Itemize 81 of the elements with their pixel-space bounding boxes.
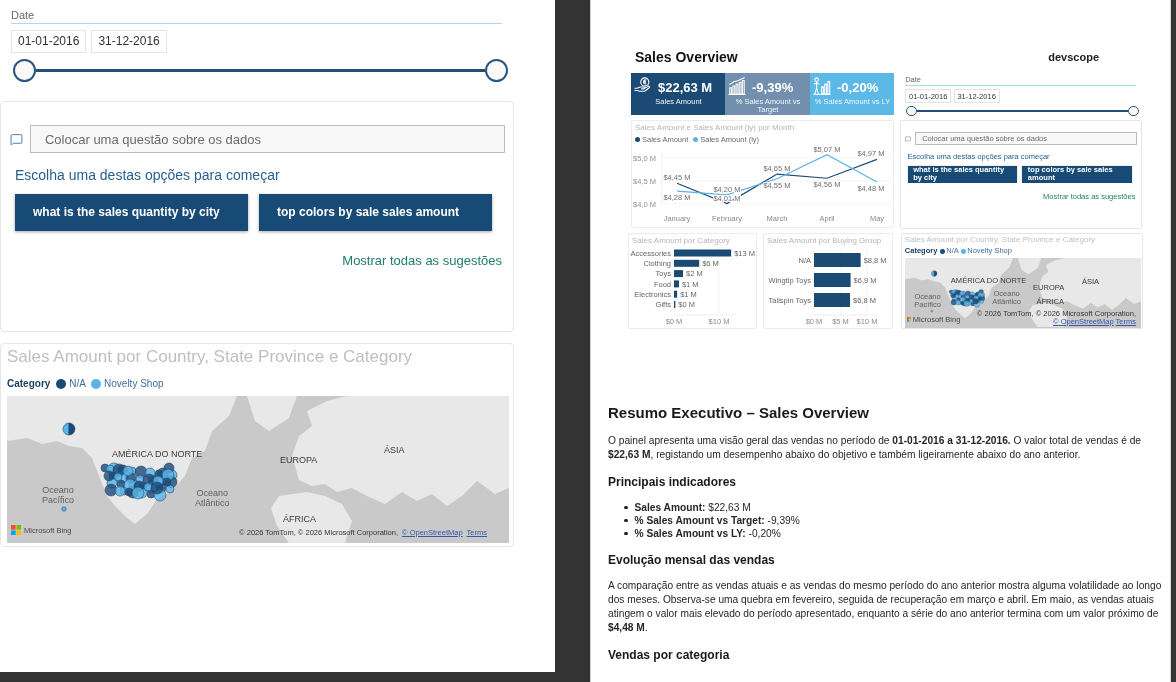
- slicer-label: Date: [11, 8, 35, 22]
- report-title: Resumo Executivo – Sales Overview: [608, 404, 869, 423]
- legend-title: Category: [904, 247, 938, 256]
- show-all-link[interactable]: Mostrar todas as sugestões: [342, 253, 502, 269]
- bullet-text: Sales Amount: $22,63 M: [634, 501, 751, 515]
- show-all-link[interactable]: Mostrar todas as sugestões: [1043, 193, 1136, 203]
- bar: [814, 273, 851, 288]
- map-bubble: [931, 271, 937, 277]
- map-bubble: [61, 506, 67, 512]
- logo-text: devscope: [1048, 50, 1099, 63]
- region-label: EUROPA: [280, 455, 318, 465]
- suggestion-button[interactable]: top colors by sale sales amount: [259, 194, 492, 231]
- provider-name: Microsoft Bing: [912, 315, 961, 324]
- prompt-text: Escolha uma destas opções para começar: [907, 151, 1050, 161]
- bullet-icon: [624, 505, 628, 510]
- bar: [674, 270, 683, 278]
- bar: [814, 293, 851, 308]
- attribution-link[interactable]: Terms: [1115, 317, 1137, 326]
- kpi-value: -0,20%: [837, 80, 879, 95]
- bar: [814, 253, 861, 268]
- kpi-value: $22,63 M: [658, 80, 713, 95]
- suggestion-button[interactable]: top colors by sale sales amount: [1022, 165, 1132, 183]
- legend-label: N/A: [946, 247, 959, 256]
- bar: [674, 249, 732, 257]
- date-field[interactable]: 01-01-2016: [905, 88, 952, 103]
- person-chart-icon: [813, 77, 831, 95]
- paragraph: A comparação entre as vendas atuais e as vendas do mesmo período do ano anterior mostra alguma volatilidade ao longo dos meses. Observa-se uma quebra em fevereiro, seguida de recuperação em março e abril. Em maio, as vendas atuais atingem o valor mais elevado do período apresentado, enquanto a série do ano anterior termina com um valor próximo de $4,48 M.: [608, 579, 1163, 636]
- visual-title: Sales Amount por Country, State Province e Category: [7, 347, 413, 367]
- bubble-cluster: [948, 289, 985, 308]
- map-bubble: [62, 422, 76, 436]
- hand-coin-icon: [634, 77, 652, 95]
- four-square-logo-icon: [906, 317, 912, 323]
- bar: [674, 280, 679, 288]
- chart-title: Sales Amount por Buying Group: [767, 236, 882, 247]
- region-label: ÁFRICA: [1036, 297, 1064, 306]
- region-label: ÁSIA: [1082, 278, 1100, 287]
- bar: [674, 290, 678, 298]
- region-label: ÁSIA: [384, 445, 405, 455]
- attribution-text: © 2026 TomTom, © 2026 Microsoft Corporation,: [976, 309, 1137, 318]
- region-label: ÁFRICA: [283, 514, 316, 524]
- slider-handle[interactable]: [485, 59, 508, 82]
- map-bubble: [930, 310, 933, 313]
- section-heading: Vendas por categoria: [608, 648, 730, 664]
- slider-handle[interactable]: [906, 105, 917, 117]
- legend-label: Novelty Shop: [967, 247, 1012, 256]
- ocean-label: Oceano Pacífico: [914, 293, 941, 310]
- four-square-logo-icon: [11, 525, 21, 535]
- bullet-icon: [624, 531, 628, 536]
- slicer-label: Date: [905, 76, 922, 85]
- date-field[interactable]: 01-01-2016: [11, 30, 87, 53]
- legend-title: Category: [7, 378, 51, 390]
- bullet-text: % Sales Amount vs Target: -9,39%: [634, 514, 800, 528]
- kpi-value: -9,39%: [752, 80, 794, 95]
- ocean-label: Oceano Pacífico: [42, 485, 74, 505]
- question-field[interactable]: Colocar uma questão sobre os dados: [914, 132, 1137, 146]
- slider-handle[interactable]: [13, 59, 36, 82]
- section-heading: Principais indicadores: [608, 475, 737, 491]
- suggestion-button[interactable]: what is the sales quantity by city: [907, 165, 1018, 183]
- bullet-text: % Sales Amount vs LY: -0,20%: [634, 527, 781, 541]
- prompt-text: Escolha uma destas opções para começar: [15, 166, 280, 184]
- speech-bubble-icon: [10, 132, 23, 146]
- legend-label: Novelty Shop: [104, 378, 164, 390]
- paragraph: O painel apresenta uma visão geral das vendas no período de 01-01-2016 a 31-12-2016. O valor total de vendas é de $22,63 M, registando um desempenho abaixo do objetivo e também ligeiramente abaixo do ano anterior.: [608, 434, 1142, 463]
- suggestion-button[interactable]: what is the sales quantity by city: [15, 194, 248, 231]
- ocean-label: Oceano Atlântico: [992, 290, 1022, 307]
- bar-chart-icon: [728, 77, 746, 95]
- section-heading: Evolução mensal das vendas: [608, 553, 775, 569]
- dashboard-title: Sales Overview: [635, 48, 738, 65]
- chart-title: Sales Amount por Category: [632, 236, 730, 247]
- bullet-icon: [624, 518, 628, 523]
- region-label: AMÉRICA DO NORTE: [950, 277, 1027, 286]
- bar: [674, 259, 700, 267]
- date-field[interactable]: 31-12-2016: [953, 88, 1000, 103]
- date-field[interactable]: 31-12-2016: [91, 30, 167, 53]
- legend-label: N/A: [69, 378, 87, 390]
- region-label: EUROPA: [1033, 283, 1065, 292]
- ocean-label: Oceano Atlântico: [195, 488, 230, 508]
- attribution-link[interactable]: © OpenStreetMap: [1053, 317, 1114, 326]
- question-field[interactable]: Colocar uma questão sobre os dados: [29, 125, 505, 153]
- region-label: AMÉRICA DO NORTE: [112, 449, 203, 459]
- slider-handle[interactable]: [1127, 105, 1139, 117]
